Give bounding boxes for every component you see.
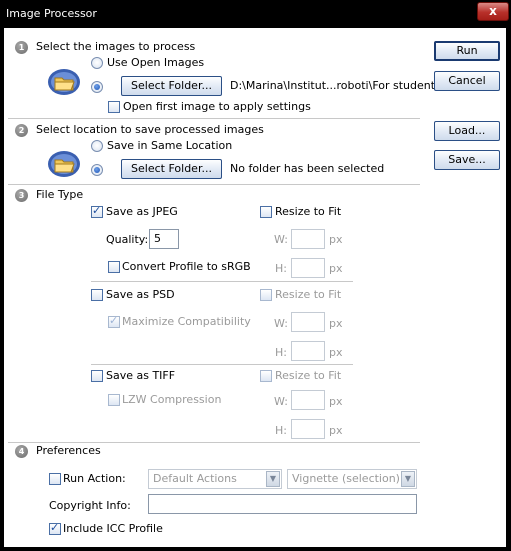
open-first-image-checkbox[interactable] (108, 101, 120, 113)
jpeg-height-unit: px (329, 262, 343, 275)
source-folder-path: D:\Marina\Institut...roboti\For student (230, 79, 436, 92)
action-set-dropdown[interactable]: Default Actions ▼ (148, 469, 282, 489)
save-as-psd-label[interactable]: Save as PSD (106, 288, 175, 301)
save-as-psd-checkbox[interactable] (91, 289, 103, 301)
convert-profile-checkbox[interactable] (108, 261, 120, 273)
lzw-compression-label[interactable]: LZW Compression (122, 393, 221, 406)
tiff-width-input[interactable] (291, 390, 325, 410)
use-open-images-radio[interactable] (91, 57, 103, 69)
jpeg-resize-label[interactable]: Resize to Fit (275, 205, 341, 218)
include-icc-label[interactable]: Include ICC Profile (63, 522, 163, 535)
close-button[interactable]: x (477, 2, 509, 21)
run-action-checkbox[interactable] (49, 473, 61, 485)
maximize-compatibility-checkbox[interactable] (108, 314, 120, 328)
dialog-body: 1 Select the images to process Use Open … (4, 28, 506, 547)
jpeg-width-label: W: (274, 233, 288, 246)
run-button[interactable]: Run (434, 41, 500, 61)
run-action-label[interactable]: Run Action: (63, 472, 126, 485)
select-source-folder-button[interactable]: Select Folder... (121, 76, 222, 96)
psd-height-unit: px (329, 346, 343, 359)
action-set-value: Default Actions (153, 472, 237, 485)
psd-width-label: W: (274, 317, 288, 330)
bridge-folder-icon (48, 69, 80, 95)
convert-profile-label[interactable]: Convert Profile to sRGB (122, 260, 251, 273)
copyright-input[interactable] (148, 494, 417, 514)
divider (8, 118, 420, 119)
step-4-heading: Preferences (36, 444, 101, 457)
divider (91, 364, 353, 365)
tiff-width-label: W: (274, 395, 288, 408)
chevron-down-icon: ▼ (401, 471, 415, 487)
save-as-jpeg-label[interactable]: Save as JPEG (106, 205, 178, 218)
include-icc-checkbox[interactable] (49, 521, 61, 535)
window-title: Image Processor (6, 7, 97, 20)
step-3-icon: 3 (15, 189, 28, 202)
destination-folder-status: No folder has been selected (230, 162, 385, 175)
use-open-images-label[interactable]: Use Open Images (107, 56, 204, 69)
step-4-icon: 4 (15, 445, 28, 458)
save-as-jpeg-checkbox[interactable] (91, 204, 103, 218)
quality-label: Quality: (106, 233, 149, 246)
tiff-height-unit: px (329, 424, 343, 437)
select-folder-radio[interactable] (91, 81, 103, 93)
quality-input[interactable]: 5 (149, 229, 179, 249)
load-button[interactable]: Load... (434, 121, 500, 141)
jpeg-height-label: H: (275, 262, 287, 275)
save-settings-button[interactable]: Save... (434, 150, 500, 170)
tiff-resize-label[interactable]: Resize to Fit (275, 369, 341, 382)
cancel-button[interactable]: Cancel (434, 71, 500, 91)
psd-resize-label[interactable]: Resize to Fit (275, 288, 341, 301)
tiff-height-input[interactable] (291, 419, 325, 439)
save-as-tiff-label[interactable]: Save as TIFF (106, 369, 175, 382)
divider (91, 281, 353, 282)
tiff-height-label: H: (275, 424, 287, 437)
psd-height-label: H: (275, 346, 287, 359)
save-same-location-label[interactable]: Save in Same Location (107, 139, 232, 152)
copyright-label: Copyright Info: (49, 499, 131, 512)
image-processor-window: Image Processor x 1 Select the images to… (0, 0, 511, 551)
action-dropdown[interactable]: Vignette (selection) ▼ (287, 469, 417, 489)
title-bar: Image Processor x (0, 0, 511, 28)
step-2-heading: Select location to save processed images (36, 123, 264, 136)
step-1-heading: Select the images to process (36, 40, 196, 53)
jpeg-width-unit: px (329, 233, 343, 246)
jpeg-width-input[interactable] (291, 229, 325, 249)
maximize-compatibility-label[interactable]: Maximize Compatibility (122, 315, 251, 328)
jpeg-height-input[interactable] (291, 258, 325, 278)
divider (8, 184, 420, 185)
psd-resize-checkbox[interactable] (260, 289, 272, 301)
select-destination-radio[interactable] (91, 164, 103, 176)
close-icon: x (489, 4, 497, 18)
psd-width-input[interactable] (291, 312, 325, 332)
tiff-resize-checkbox[interactable] (260, 370, 272, 382)
step-1-icon: 1 (15, 41, 28, 54)
psd-height-input[interactable] (291, 341, 325, 361)
jpeg-resize-checkbox[interactable] (260, 206, 272, 218)
open-first-image-label[interactable]: Open first image to apply settings (123, 100, 311, 113)
chevron-down-icon: ▼ (266, 471, 280, 487)
tiff-width-unit: px (329, 395, 343, 408)
lzw-compression-checkbox[interactable] (108, 394, 120, 406)
step-3-heading: File Type (36, 188, 84, 201)
save-same-location-radio[interactable] (91, 140, 103, 152)
step-2-icon: 2 (15, 124, 28, 137)
bridge-folder-icon (48, 151, 80, 177)
divider (8, 442, 420, 443)
psd-width-unit: px (329, 317, 343, 330)
select-destination-folder-button[interactable]: Select Folder... (121, 159, 222, 179)
action-value: Vignette (selection) (292, 472, 400, 485)
save-as-tiff-checkbox[interactable] (91, 370, 103, 382)
